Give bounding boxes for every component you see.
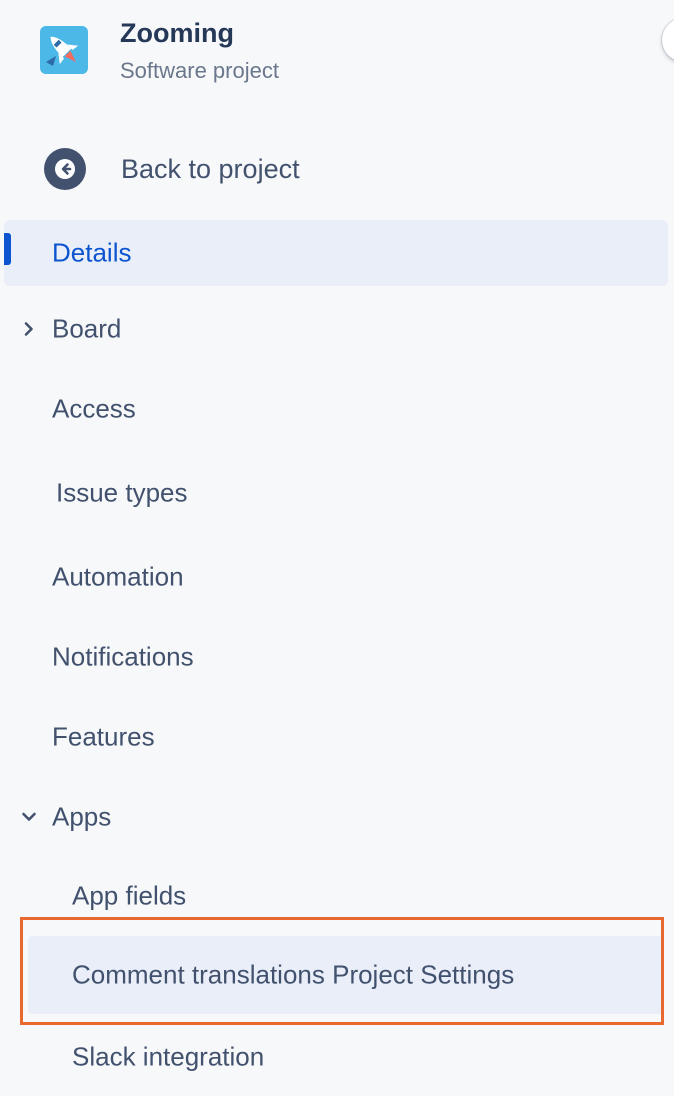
sidebar-item-access[interactable]: Access [4, 376, 668, 442]
project-type: Software project [120, 58, 279, 83]
back-to-project-label: Back to project [121, 153, 300, 184]
project-avatar [40, 26, 88, 74]
sidebar-item-label: Details [52, 237, 132, 268]
rocket-icon [40, 26, 88, 74]
sidebar-item-apps[interactable]: Apps [4, 784, 668, 850]
collapse-sidebar-button[interactable] [662, 18, 674, 62]
sidebar-item-details[interactable]: Details [4, 220, 668, 286]
sidebar-item-board[interactable]: Board [4, 296, 668, 362]
sidebar-item-automation[interactable]: Automation [4, 544, 668, 610]
arrow-left-icon [44, 148, 86, 190]
sidebar-item-features[interactable]: Features [4, 704, 668, 770]
sidebar-item-label: Issue types [56, 477, 188, 508]
sidebar-item-label: Features [52, 721, 155, 752]
sidebar-subitem-label: App fields [72, 880, 187, 911]
sidebar-subitem-label: Slack integration [72, 1041, 265, 1072]
chevron-right-icon[interactable] [20, 320, 38, 338]
sidebar-subitem-comment-translations[interactable]: Comment translations Project Settings [28, 936, 664, 1014]
sidebar-item-label: Board [52, 313, 122, 344]
chevron-down-icon[interactable] [20, 808, 38, 826]
selected-indicator [4, 233, 11, 265]
sidebar-item-notifications[interactable]: Notifications [4, 624, 668, 690]
sidebar-item-label: Notifications [52, 641, 194, 672]
sidebar-item-label: Automation [52, 561, 184, 592]
back-to-project-link[interactable]: Back to project [44, 148, 300, 190]
sidebar-item-label: Apps [52, 801, 112, 832]
sidebar-subitem-slack-integration[interactable]: Slack integration [28, 1018, 664, 1096]
sidebar-subitem-label: Comment translations Project Settings [72, 959, 515, 990]
project-name: Zooming [120, 18, 234, 48]
sidebar-item-label: Access [52, 393, 136, 424]
sidebar-item-issue-types[interactable]: Issue types [4, 460, 668, 526]
project-settings-sidebar: Zooming Software project Back to project… [0, 0, 674, 1086]
sidebar-subitem-app-fields[interactable]: App fields [28, 857, 664, 935]
